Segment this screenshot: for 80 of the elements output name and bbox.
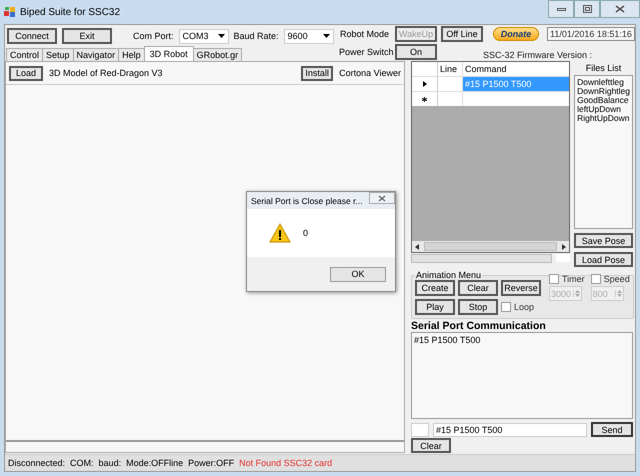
com-port-dropdown[interactable]: COM3 [178,28,229,44]
file-item[interactable]: RightUpDown [577,114,630,123]
new-row-icon [422,96,427,102]
tab[interactable]: GRobot.gr [192,48,242,61]
scroll-left-icon[interactable] [415,244,419,250]
serial-log: #15 P1500 T500 [411,332,633,420]
serial-section-title: Serial Port Communication [411,320,547,332]
text-field[interactable] [556,254,570,262]
grid-row[interactable] [412,91,570,106]
send-button[interactable]: Send [591,422,633,438]
minimize-button[interactable] [548,0,574,18]
file-item[interactable]: GoodBalance [577,96,630,105]
dialog-title: Serial Port is Close please r... [251,196,362,206]
toolbar-button[interactable]: Exit [62,28,112,44]
file-item[interactable]: DownRightleg [577,87,630,96]
animation-button[interactable]: Stop [458,299,498,315]
status-text: Disconnected: [8,458,66,468]
app-icon [4,6,16,18]
current-row-icon [422,81,426,87]
viewer-label: Cortona Viewer [339,68,401,78]
file-item[interactable]: leftUpDown [577,105,630,114]
up-arrow-icon[interactable] [616,290,622,293]
clear-button[interactable]: Clear [411,438,451,453]
text-field[interactable] [411,422,429,437]
pose-button[interactable]: Save Pose [574,233,633,248]
command-input[interactable]: #15 P1500 T500 [433,422,587,437]
maximize-icon [582,5,592,13]
animation-button[interactable]: Play [415,299,455,315]
pose-button[interactable]: Load Pose [574,252,633,267]
animation-button[interactable]: Clear [458,280,498,296]
close-icon [378,194,386,202]
window-title: Biped Suite for SSC32 [20,6,120,18]
firmware-version-label: SSC-32 Firmware Version : [483,50,592,60]
status-text: Mode:OFFline [126,458,184,468]
files-list-title: Files List [584,62,622,75]
minimize-icon [556,6,566,12]
dialog-message: 0 [303,228,308,238]
caret-icon [218,34,225,38]
status-text: COM: [70,458,94,468]
maximize-button[interactable] [574,0,600,18]
robot-mode-label: Robot Mode [339,29,389,39]
toolbar-button[interactable]: Connect [7,28,57,44]
animation-button[interactable]: Reverse [501,280,541,296]
close-icon [615,5,625,13]
tab[interactable]: Setup [42,48,74,61]
down-arrow-icon[interactable] [616,294,622,297]
power-switch-button[interactable]: On [395,44,437,60]
caret-icon [322,34,330,38]
model-label: 3D Model of Red-Dragon V3 [49,68,163,78]
table-cell: #15 P1500 T500 [465,79,532,89]
tab[interactable]: Control [6,48,44,61]
scroll-right-icon[interactable] [562,244,566,250]
date-time-display: 11/01/2016 18:51:16 [547,27,635,41]
group-title: Animation Menu [415,270,482,280]
warning-icon [269,223,291,243]
install-button[interactable]: Install [301,66,334,80]
robot-mode-button[interactable]: Off Line [441,26,483,42]
baud-rate-label: Baud Rate: [234,31,279,41]
speed-checkbox[interactable]: Speed [590,274,630,284]
load-button[interactable]: Load [9,66,43,80]
baud-rate-dropdown[interactable]: 9600 [284,28,334,44]
down-arrow-icon[interactable] [575,294,580,297]
ok-button[interactable]: OK [330,266,386,282]
horizontal-scrollbar[interactable] [412,241,570,252]
status-text: baud: [98,458,122,468]
file-item[interactable]: Downlefttleg [577,78,630,87]
loop-checkbox[interactable]: Loop [501,302,541,312]
tab[interactable]: 3D Robot [144,46,194,61]
up-arrow-icon[interactable] [575,290,580,293]
tab[interactable]: Navigator [72,48,120,61]
status-text: Not Found SSC32 card [239,458,332,468]
status-text: Power:OFF [188,458,234,468]
close-button[interactable] [600,0,640,18]
column-header: Command [464,63,508,76]
com-port-label: Com Port: [133,31,174,41]
close-button[interactable] [369,192,395,204]
animation-button[interactable]: Create [415,280,455,296]
tab[interactable]: Help [118,48,145,61]
donate-button[interactable]: Donate [493,27,539,41]
timer-checkbox[interactable]: Timer [549,274,585,284]
